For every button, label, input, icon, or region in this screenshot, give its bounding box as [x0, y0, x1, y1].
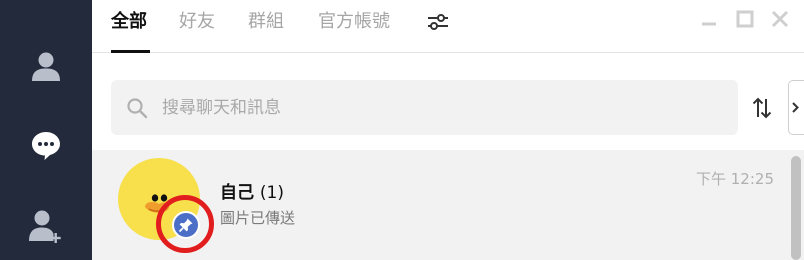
sort-arrows-icon: [752, 97, 772, 119]
active-tab-indicator: [111, 50, 150, 53]
friends-nav-button[interactable]: [22, 42, 70, 90]
search-box: [111, 80, 738, 135]
minimize-button[interactable]: [698, 8, 720, 30]
unread-count: (1): [259, 183, 285, 203]
chat-name: 自己 (1): [220, 178, 284, 203]
left-nav-rail: [0, 0, 92, 260]
maximize-button[interactable]: [734, 8, 756, 30]
chats-nav-button[interactable]: [22, 122, 70, 170]
tab-friends[interactable]: 好友: [179, 10, 215, 34]
last-message-time: 下午 12:25: [696, 170, 774, 188]
maximize-icon: [736, 10, 754, 28]
last-message-preview: 圖片已傳送: [220, 209, 296, 227]
minimize-icon: [702, 22, 716, 26]
chat-bubble-icon: [32, 132, 60, 160]
sort-button[interactable]: [750, 96, 774, 120]
add-friend-nav-button[interactable]: [22, 202, 70, 250]
tab-official-accounts[interactable]: 官方帳號: [318, 10, 390, 34]
filter-settings-button[interactable]: [426, 11, 450, 33]
tab-all[interactable]: 全部: [111, 10, 147, 34]
line-chat-window: 全部 好友 群組 官方帳號 搜尋聊天和訊息 自己 (1) 圖片已傳送 下午 12…: [0, 0, 804, 260]
tab-groups[interactable]: 群組: [248, 10, 284, 34]
chevron-right-icon: [792, 102, 799, 113]
close-button[interactable]: [769, 8, 791, 30]
person-icon: [32, 52, 60, 81]
chat-list-item[interactable]: 自己 (1) 圖片已傳送 下午 12:25: [92, 150, 804, 260]
search-input[interactable]: [162, 93, 722, 123]
collapse-panel-button[interactable]: [788, 80, 804, 135]
sliders-icon: [428, 14, 448, 30]
chat-list-scrollbar[interactable]: [791, 156, 801, 260]
close-icon: [771, 10, 789, 28]
highlight-annotation-circle: [156, 195, 214, 253]
chat-filter-tabs: 全部 好友 群組 官方帳號: [92, 0, 804, 53]
add-friend-icon: [29, 210, 61, 243]
chat-list-panel: 全部 好友 群組 官方帳號 搜尋聊天和訊息 自己 (1) 圖片已傳送 下午 12…: [92, 0, 804, 260]
chat-title: 自己: [220, 183, 254, 203]
search-icon: [127, 98, 148, 119]
